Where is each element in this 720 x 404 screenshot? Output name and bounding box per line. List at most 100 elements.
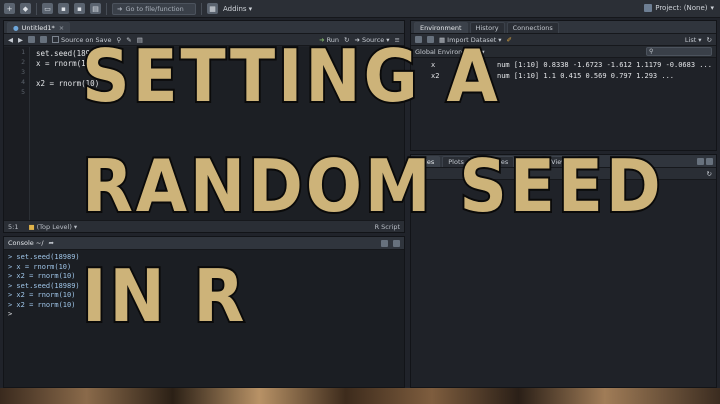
save-all-icon[interactable]: ▪ — [74, 3, 85, 14]
tab-history[interactable]: History — [469, 22, 505, 33]
tab-packages[interactable]: Packages — [471, 156, 515, 167]
console-output[interactable]: > set.seed(18989) > x = rnorm(10) > x2 =… — [4, 250, 404, 387]
console-pane: Console ~/ ➦ > set.seed(18989) > x = rno… — [3, 236, 405, 388]
environment-list: x num [1:10] 0.8338 -1.6723 -1.612 1.117… — [411, 58, 716, 82]
editor-toolbar: ◀ ▶ Source on Save ⚲ ✎ ▤ ➜ Run ↻ ➜ Sourc… — [4, 34, 404, 46]
save-workspace-icon[interactable] — [427, 36, 434, 43]
compile-icon[interactable]: ▤ — [137, 36, 143, 44]
load-workspace-icon[interactable] — [415, 36, 422, 43]
toolbar-divider — [106, 2, 107, 15]
goto-file-input[interactable]: ➜ Go to file/function — [112, 2, 196, 15]
cursor-position: 5:1 — [8, 222, 19, 231]
new-project-icon[interactable]: ◆ — [20, 3, 31, 14]
goto-dir-icon[interactable]: ➦ — [49, 239, 54, 247]
variable-value: num [1:10] 0.8338 -1.6723 -1.612 1.1179 … — [497, 61, 712, 69]
chevron-down-icon: ▾ — [698, 35, 702, 44]
environment-pane: Environment History Connections ▦ Import… — [410, 20, 717, 151]
import-dataset-button[interactable]: ▦ Import Dataset ▾ — [439, 36, 502, 44]
addins-menu[interactable]: Addins ▾ — [223, 5, 252, 13]
source-arrow-icon: ➜ — [354, 35, 360, 44]
rerun-icon[interactable]: ↻ — [344, 36, 349, 44]
editor-statusbar: 5:1 ■ (Top Level) ▾ R Script — [4, 220, 404, 232]
source-on-save-checkbox[interactable]: Source on Save — [52, 36, 112, 44]
tab-environment[interactable]: Environment — [414, 22, 468, 33]
files-list — [411, 180, 716, 386]
console-line: > set.seed(18989) — [8, 253, 80, 261]
files-pane: Files Plots Packages Help Viewer ↻ — [410, 154, 717, 388]
scope-icon: ■ — [28, 222, 35, 231]
tab-viewer[interactable]: Viewer — [545, 156, 580, 167]
tab-untitled1[interactable]: ● Untitled1* × — [7, 22, 71, 33]
minimize-icon[interactable] — [381, 239, 388, 247]
back-arrow-icon[interactable]: ◀ — [8, 36, 13, 44]
wand-icon[interactable]: ✎ — [126, 36, 131, 44]
source-editor-pane: ● Untitled1* × ◀ ▶ Source on Save ⚲ ✎ ▤ … — [3, 20, 405, 233]
line-number-gutter: 1 2 3 4 5 — [4, 47, 30, 220]
chevron-down-icon: ▾ — [481, 47, 485, 56]
run-arrow-icon: ➜ — [319, 35, 325, 44]
open-folder-icon[interactable]: ▭ — [42, 3, 53, 14]
new-folder-icon[interactable] — [415, 170, 422, 177]
close-icon[interactable]: × — [59, 24, 64, 32]
checkbox-box — [52, 36, 59, 43]
code-area[interactable]: 1 2 3 4 5 set.seed(18989) x = rnorm(10) … — [4, 47, 404, 220]
source-button[interactable]: ➜ Source ▾ — [355, 36, 390, 44]
line-number: 5 — [21, 88, 25, 96]
code-lines: set.seed(18989) x = rnorm(10) x2 = rnorm… — [36, 49, 104, 89]
global-environment-selector[interactable]: Global Environment ▾ — [415, 48, 485, 56]
console-line: > x2 = rnorm(10) — [8, 291, 76, 299]
environment-toolbar: ▦ Import Dataset ▾ ✐ List ▾ ↻ — [411, 34, 716, 46]
show-in-window-icon[interactable] — [28, 36, 35, 43]
console-line: > x2 = rnorm(10) — [8, 272, 76, 280]
chevron-down-icon: ▾ — [710, 4, 714, 12]
line-number: 3 — [21, 68, 25, 76]
maximize-icon[interactable] — [706, 158, 713, 165]
run-button[interactable]: ➜ Run — [319, 36, 339, 44]
minimize-icon[interactable] — [697, 158, 704, 165]
tab-help[interactable]: Help — [516, 156, 544, 167]
toolbar-divider — [201, 2, 202, 15]
environment-tabbar: Environment History Connections — [411, 21, 716, 34]
rstudio-window: + ◆ ▭ ▪ ▪ ▤ ➜ Go to file/function ▦ Addi… — [0, 0, 720, 390]
project-menu[interactable]: Project: (None) ▾ — [644, 4, 714, 12]
environment-scope-bar: Global Environment ▾ ⚲ — [411, 46, 716, 58]
goto-placeholder: Go to file/function — [125, 4, 184, 13]
print-icon[interactable]: ▤ — [90, 3, 101, 14]
maximize-icon[interactable] — [393, 239, 400, 247]
tab-plots[interactable]: Plots — [442, 156, 470, 167]
list-view-selector[interactable]: List ▾ — [685, 36, 702, 44]
background-photo-strip — [0, 388, 720, 404]
refresh-icon[interactable]: ↻ — [707, 170, 712, 178]
table-icon: ▦ — [439, 35, 446, 44]
code-line: x = rnorm(10) — [36, 59, 95, 68]
code-line: set.seed(18989) — [36, 49, 104, 58]
save-icon[interactable]: ▪ — [58, 3, 69, 14]
chevron-down-icon: ▾ — [73, 222, 78, 231]
new-file-icon[interactable]: + — [4, 3, 15, 14]
files-tabbar: Files Plots Packages Help Viewer — [411, 155, 716, 168]
console-line: > x = rnorm(10) — [8, 262, 72, 271]
outline-icon[interactable]: ≡ — [395, 36, 400, 44]
variable-name: x — [431, 61, 436, 69]
chevron-down-icon: ▾ — [498, 35, 502, 44]
refresh-icon[interactable]: ↻ — [707, 36, 712, 44]
console-prompt[interactable]: > — [8, 310, 400, 320]
broom-icon[interactable]: ✐ — [507, 36, 512, 44]
editor-tabbar: ● Untitled1* × — [4, 21, 404, 34]
toolbar-divider — [36, 2, 37, 15]
console-header: Console ~/ ➦ — [4, 237, 404, 250]
environment-row[interactable]: x num [1:10] 0.8338 -1.6723 -1.612 1.117… — [431, 60, 716, 71]
scope-selector[interactable]: ■ (Top Level) ▾ — [28, 223, 77, 231]
forward-arrow-icon[interactable]: ▶ — [18, 36, 23, 44]
search-icon[interactable]: ⚲ — [117, 36, 122, 44]
tab-files[interactable]: Files — [414, 156, 441, 167]
tab-connections[interactable]: Connections — [506, 22, 559, 33]
chevron-down-icon: ▾ — [248, 4, 253, 13]
save-icon[interactable] — [40, 36, 47, 43]
layout-icon[interactable]: ▦ — [207, 3, 218, 14]
r-file-icon: ● — [13, 24, 19, 32]
environment-row[interactable]: x2 num [1:10] 1.1 0.415 0.569 0.797 1.29… — [431, 71, 716, 82]
filetype-selector[interactable]: R Script — [375, 223, 400, 231]
environment-search-input[interactable]: ⚲ — [646, 47, 712, 56]
